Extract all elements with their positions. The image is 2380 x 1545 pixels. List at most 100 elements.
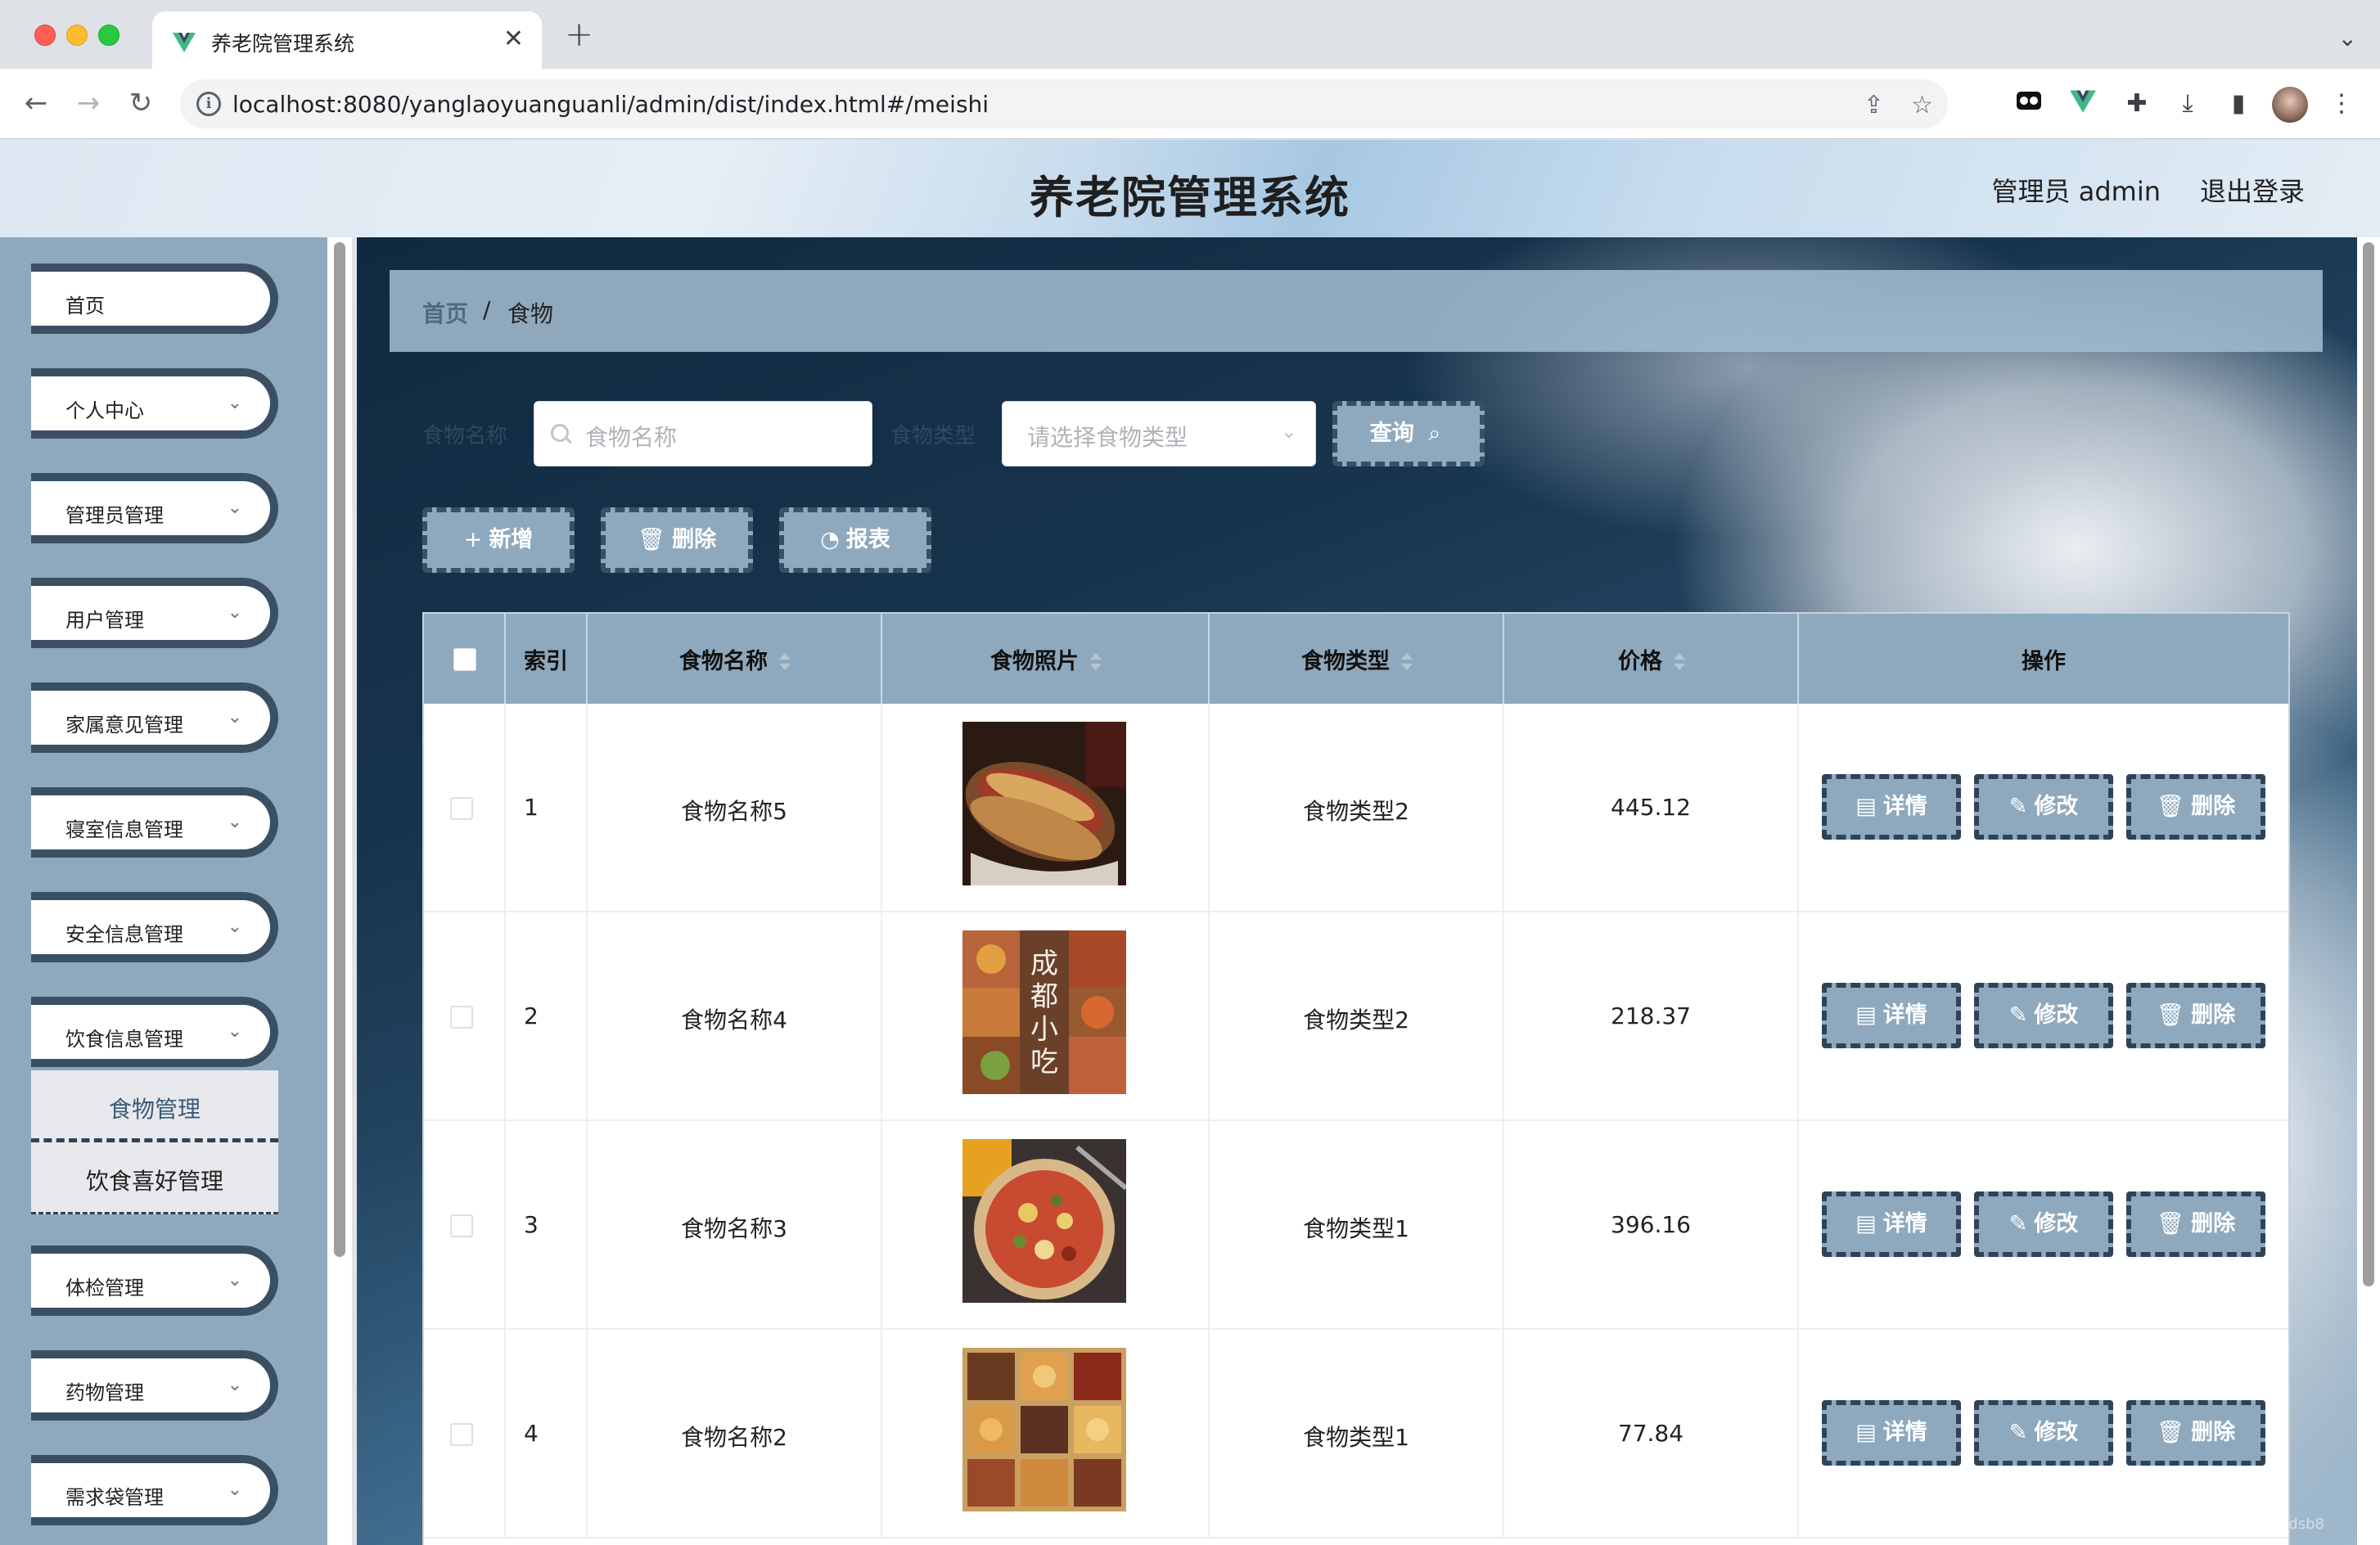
- vue-devtools-icon[interactable]: [2066, 87, 2100, 121]
- sidebar-item-user-management[interactable]: 用户管理 ⌄: [31, 578, 278, 648]
- type-cell: 食物类型1: [1210, 1330, 1504, 1538]
- delete-button[interactable]: 🗑 删除: [2126, 774, 2265, 840]
- reload-icon[interactable]: ↻: [123, 85, 159, 121]
- sidebar-item-label: 体检管理: [65, 1277, 144, 1300]
- divider: [31, 1212, 278, 1214]
- row-checkbox[interactable]: [450, 1423, 473, 1446]
- avatar[interactable]: [2272, 87, 2308, 123]
- sidebar-item-admin-management[interactable]: 管理员管理 ⌄: [31, 473, 278, 543]
- food-type-select[interactable]: 请选择食物类型 ⌄: [1002, 401, 1316, 466]
- chevron-down-icon: ⌄: [227, 1480, 242, 1500]
- logout-button[interactable]: 退出登录: [2200, 171, 2305, 209]
- type-cell: 食物类型2: [1210, 912, 1504, 1121]
- breadcrumb-home-link[interactable]: 首页: [422, 296, 468, 329]
- add-button[interactable]: + 新增: [422, 507, 575, 573]
- column-header-type[interactable]: 食物类型: [1210, 614, 1504, 704]
- row-checkbox[interactable]: [450, 1006, 473, 1029]
- more-menu-icon[interactable]: ⋮: [2324, 87, 2359, 121]
- column-header-photo[interactable]: 食物照片: [882, 614, 1210, 704]
- sort-icon[interactable]: [1401, 652, 1413, 673]
- sort-icon[interactable]: [1674, 652, 1685, 673]
- column-header-name[interactable]: 食物名称: [588, 614, 882, 704]
- url-text[interactable]: localhost:8080/yanglaoyuanguanli/admin/d…: [232, 91, 989, 118]
- sidebar-item-home[interactable]: 首页: [31, 264, 278, 334]
- table-row: 1 食物名称5 食物类型2 445.12 ▤ 详情 ✎ 修改 🗑 删除: [424, 704, 2288, 912]
- svg-text:小: 小: [1030, 1013, 1058, 1046]
- food-photo[interactable]: [962, 1139, 1126, 1303]
- sidebar-item-medicine[interactable]: 药物管理 ⌄: [31, 1350, 278, 1421]
- delete-button[interactable]: 🗑 删除: [2126, 1400, 2265, 1466]
- edit-button[interactable]: ✎ 修改: [1974, 1191, 2113, 1257]
- chevron-down-icon: ⌄: [227, 602, 242, 623]
- detail-button[interactable]: ▤ 详情: [1822, 1191, 1961, 1257]
- tab-search-chevron-icon[interactable]: ⌄: [2338, 25, 2357, 52]
- sidebar-item-health-check[interactable]: 体检管理 ⌄: [31, 1245, 278, 1316]
- detail-button[interactable]: ▤ 详情: [1822, 1400, 1961, 1466]
- minimize-window-button[interactable]: [66, 25, 88, 46]
- row-checkbox[interactable]: [450, 797, 473, 820]
- food-name-search-input[interactable]: 食物名称: [534, 401, 872, 466]
- sort-icon[interactable]: [779, 652, 791, 673]
- maximize-window-button[interactable]: [98, 25, 119, 46]
- select-all-checkbox[interactable]: [453, 648, 476, 671]
- back-arrow-icon[interactable]: ←: [18, 85, 54, 121]
- table-row: 3 食物名称3 食物类型1 396.16 ▤ 详情 ✎ 修改 🗑 删除: [424, 1121, 2288, 1330]
- row-checkbox[interactable]: [450, 1214, 473, 1237]
- sidebar-item-label: 寝室信息管理: [65, 818, 183, 841]
- browser-tab[interactable]: 养老院管理系统 ✕: [152, 11, 542, 69]
- edit-button[interactable]: ✎ 修改: [1974, 1400, 2113, 1466]
- bookmark-star-icon[interactable]: ☆: [1911, 91, 1933, 119]
- food-photo[interactable]: [962, 722, 1126, 885]
- detail-button-label: 详情: [1882, 1002, 1927, 1028]
- side-panel-icon[interactable]: ▮: [2221, 87, 2256, 121]
- sidebar-item-safety-info[interactable]: 安全信息管理 ⌄: [31, 892, 278, 962]
- edit-button-label: 修改: [2034, 794, 2079, 819]
- delete-button[interactable]: 🗑 删除: [2126, 983, 2265, 1048]
- edit-button[interactable]: ✎ 修改: [1974, 983, 2113, 1048]
- edit-button-label: 修改: [2034, 1211, 2079, 1236]
- sort-icon[interactable]: [1090, 652, 1102, 673]
- food-type: 食物类型2: [1303, 1007, 1409, 1034]
- puzzle-extensions-icon[interactable]: ✚: [2120, 87, 2154, 121]
- document-icon: ▤: [1855, 1211, 1877, 1236]
- batch-delete-button[interactable]: 🗑 删除: [601, 507, 753, 573]
- tab-close-icon[interactable]: ✕: [503, 25, 524, 53]
- extension-icon[interactable]: [2012, 87, 2046, 121]
- column-header-label: 食物类型: [1210, 643, 1503, 675]
- new-tab-button[interactable]: +: [565, 17, 593, 52]
- site-info-icon[interactable]: i: [196, 92, 221, 116]
- sidebar-item-personal-center[interactable]: 个人中心 ⌄: [31, 368, 278, 439]
- sidebar-item-diet-info[interactable]: 饮食信息管理 ⌄: [31, 997, 278, 1067]
- report-button[interactable]: ◔ 报表: [779, 507, 931, 573]
- food-photo[interactable]: [962, 1348, 1126, 1511]
- chevron-down-icon: ⌄: [227, 393, 242, 413]
- detail-button[interactable]: ▤ 详情: [1822, 774, 1961, 840]
- download-icon[interactable]: ⤓: [2170, 87, 2205, 121]
- detail-button[interactable]: ▤ 详情: [1822, 983, 1961, 1048]
- forward-arrow-icon[interactable]: →: [70, 85, 106, 121]
- query-button[interactable]: 查询 ⌕: [1332, 401, 1485, 466]
- close-window-button[interactable]: [34, 25, 56, 46]
- food-photo[interactable]: 成 都 小 吃: [962, 930, 1126, 1094]
- sidebar-item-dorm-info[interactable]: 寝室信息管理 ⌄: [31, 787, 278, 858]
- submenu-item-diet-preference[interactable]: 饮食喜好管理: [31, 1142, 278, 1214]
- document-icon: ▤: [1855, 1002, 1877, 1028]
- trash-icon: 🗑: [2156, 1420, 2185, 1445]
- column-header-price[interactable]: 价格: [1504, 614, 1799, 704]
- ops-cell: ▤ 详情 ✎ 修改 🗑 删除: [1799, 704, 2288, 912]
- submenu-item-food-management[interactable]: 食物管理: [31, 1070, 278, 1142]
- photo-cell: [882, 1330, 1210, 1538]
- delete-button[interactable]: 🗑 删除: [2126, 1191, 2265, 1257]
- share-icon[interactable]: ⇪: [1864, 91, 1884, 119]
- edit-button[interactable]: ✎ 修改: [1974, 774, 2113, 840]
- sidebar-scrollbar-thumb[interactable]: [334, 242, 345, 1257]
- sidebar-item-needs-bag[interactable]: 需求袋管理 ⌄: [31, 1455, 278, 1525]
- sidebar-item-family-feedback[interactable]: 家属意见管理 ⌄: [31, 682, 278, 753]
- row-select-cell: [424, 1121, 506, 1330]
- plus-icon: +: [463, 527, 483, 552]
- svg-text:成: 成: [1030, 948, 1058, 980]
- address-bar[interactable]: i localhost:8080/yanglaoyuanguanli/admin…: [180, 79, 1948, 128]
- row-select-cell: [424, 1330, 506, 1538]
- delete-button-label: 删除: [2191, 1211, 2236, 1236]
- main-scrollbar-thumb[interactable]: [2363, 242, 2374, 1286]
